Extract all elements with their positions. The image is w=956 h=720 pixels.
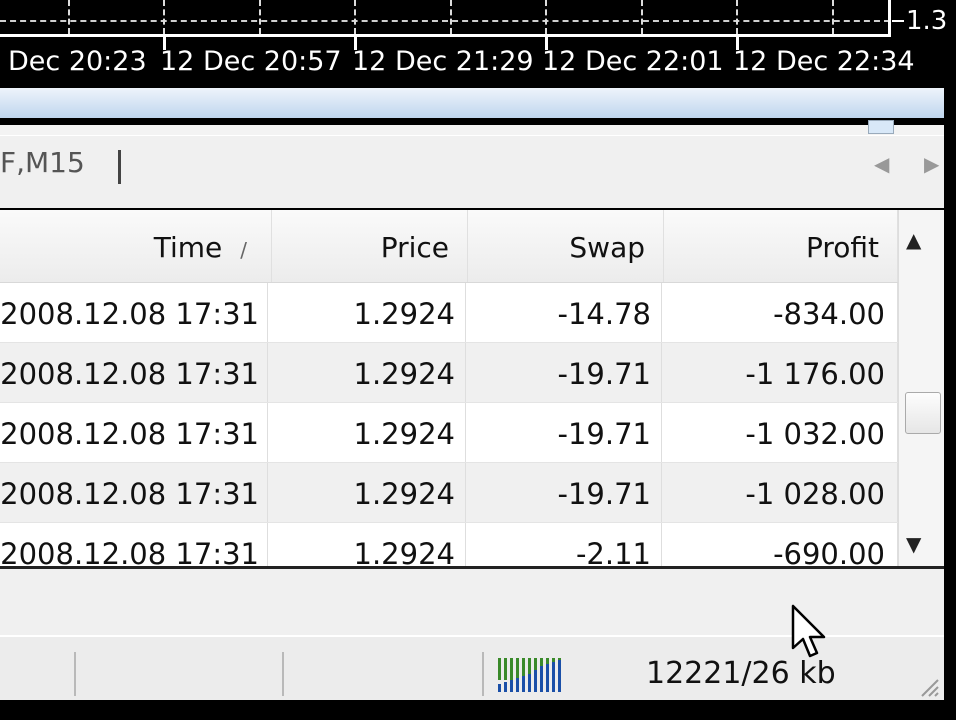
tab-chart-symbol[interactable]: F,M15: [0, 146, 85, 179]
table-row[interactable]: 2008.12.08 17:31 1.2924 -19.71 -1 028.00: [0, 463, 898, 523]
trades-table: Time / Price Swap Profit 2008.12.08 17:31…: [0, 210, 898, 570]
chart-grid-line: [163, 0, 165, 34]
time-axis-label: Dec 20:23: [8, 46, 147, 77]
sort-indicator-icon: /: [240, 238, 247, 262]
chart-grid-line: [68, 0, 70, 34]
chart-frame: [888, 0, 891, 36]
cell-profit: -1 028.00: [662, 463, 898, 522]
tab-separator: [118, 150, 121, 184]
chevron-right-icon[interactable]: ▶: [924, 152, 939, 176]
cell-price: 1.2924: [268, 463, 466, 522]
price-axis-tick: [892, 20, 904, 22]
chart-scroll-strip[interactable]: [0, 88, 944, 118]
table-row[interactable]: 2008.12.08 17:31 1.2924 -19.71 -1 032.00: [0, 403, 898, 463]
mouse-cursor-icon: [791, 604, 826, 658]
status-divider: [482, 652, 484, 696]
cell-swap: -2.11: [466, 523, 662, 570]
column-header-label: Time: [153, 231, 223, 264]
window-edge: [944, 88, 956, 720]
chart-tab-bar: [0, 135, 944, 208]
cell-price: 1.2924: [268, 283, 466, 342]
column-header-swap[interactable]: Swap: [468, 210, 664, 282]
chart-grid-line: [354, 0, 356, 34]
chart-grid-line: [450, 0, 452, 34]
chart-grid-line: [545, 0, 547, 34]
chart-grid-line: [832, 0, 834, 34]
time-axis-label: 12 Dec 21:29: [352, 46, 534, 77]
cell-time: 2008.12.08 17:31: [0, 463, 268, 522]
scrollbar-thumb[interactable]: [905, 392, 941, 434]
column-header-time[interactable]: Time /: [0, 210, 272, 282]
table-header: Time / Price Swap Profit: [0, 210, 898, 283]
chart-grid-line: [736, 0, 738, 34]
cell-swap: -19.71: [466, 403, 662, 462]
strip-track: [0, 125, 944, 135]
connection-bars-icon: [498, 658, 561, 692]
chart-grid-line: [0, 20, 890, 22]
status-divider: [74, 652, 76, 696]
cell-profit: -1 176.00: [662, 343, 898, 402]
cell-price: 1.2924: [268, 343, 466, 402]
scroll-up-arrow-icon[interactable]: ▲: [906, 228, 921, 252]
status-divider: [282, 652, 284, 696]
chart-area[interactable]: 1.3 Dec 20:23 12 Dec 20:57 12 Dec 21:29 …: [0, 0, 956, 88]
column-header-profit[interactable]: Profit: [664, 210, 898, 282]
cell-profit: -834.00: [662, 283, 898, 342]
scroll-down-arrow-icon[interactable]: ▼: [906, 532, 921, 556]
chart-grid-line: [641, 0, 643, 34]
resize-grip-icon[interactable]: [918, 676, 940, 698]
chart-grid-line: [259, 0, 261, 34]
table-vertical-scrollbar[interactable]: [898, 210, 945, 570]
cell-time: 2008.12.08 17:31: [0, 343, 268, 402]
cell-profit: -690.00: [662, 523, 898, 570]
cell-price: 1.2924: [268, 403, 466, 462]
cell-time: 2008.12.08 17:31: [0, 403, 268, 462]
table-row[interactable]: 2008.12.08 17:31 1.2924 -14.78 -834.00: [0, 283, 898, 343]
cell-price: 1.2924: [268, 523, 466, 570]
price-axis-label: 1.3: [906, 6, 948, 36]
strip-scroll-thumb[interactable]: [868, 120, 894, 134]
cell-swap: -19.71: [466, 463, 662, 522]
cell-swap: -14.78: [466, 283, 662, 342]
table-row[interactable]: 2008.12.08 17:31 1.2924 -2.11 -690.00: [0, 523, 898, 570]
table-row[interactable]: 2008.12.08 17:31 1.2924 -19.71 -1 176.00: [0, 343, 898, 403]
strip-border: [0, 118, 944, 125]
cell-profit: -1 032.00: [662, 403, 898, 462]
time-axis-label: 12 Dec 20:57: [160, 46, 342, 77]
column-header-price[interactable]: Price: [272, 210, 468, 282]
cell-time: 2008.12.08 17:31: [0, 283, 268, 342]
chart-frame: [0, 34, 891, 37]
cell-swap: -19.71: [466, 343, 662, 402]
window-edge: [0, 700, 956, 720]
time-axis-label: 12 Dec 22:34: [733, 46, 915, 77]
cell-time: 2008.12.08 17:31: [0, 523, 268, 570]
chevron-left-icon[interactable]: ◀: [874, 152, 889, 176]
time-axis-label: 12 Dec 22:01: [542, 46, 724, 77]
